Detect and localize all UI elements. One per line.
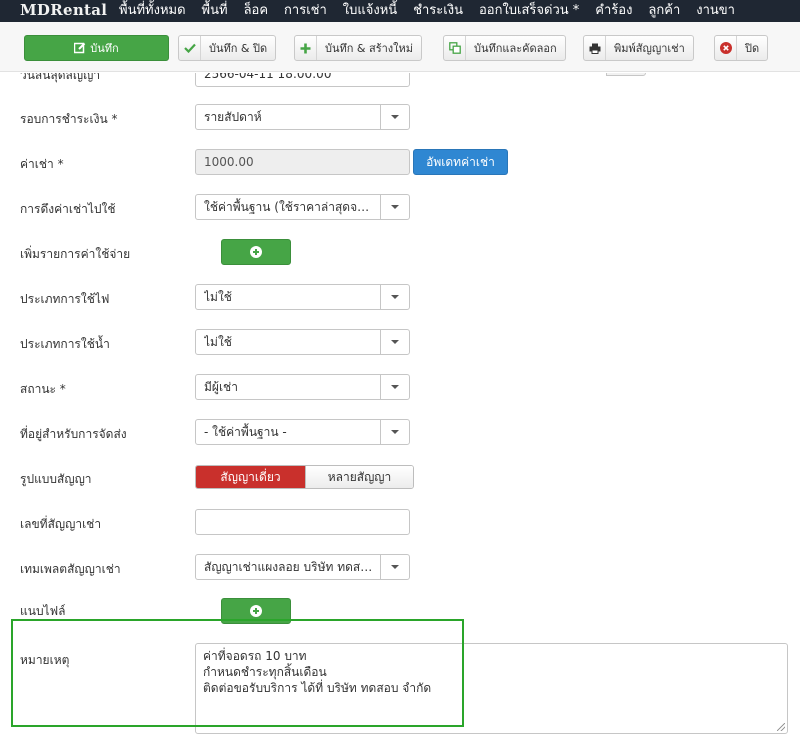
chevron-down-icon xyxy=(380,555,409,579)
contract-mode-label: รูปแบบสัญญา xyxy=(20,472,92,486)
rent-value: 1000.00 xyxy=(204,155,254,169)
copy-icon xyxy=(444,36,466,60)
shipping-address-value: - ใช้ค่าพื้นฐาน - xyxy=(204,424,287,439)
main-menu: พื้นที่ทั้งหมด พื้นที่ ล็อค การเช่า ใบแจ… xyxy=(111,3,743,19)
status-value: มีผู้เช่า xyxy=(204,379,238,394)
water-type-select[interactable]: ไม่ใช้ xyxy=(195,329,410,355)
template-value: สัญญาเช่าแผงลอย บริษัท ทดสอบ จำกัด xyxy=(204,559,380,574)
water-type-value: ไม่ใช้ xyxy=(204,334,232,349)
menu-areas[interactable]: พื้นที่ xyxy=(194,3,236,19)
electric-type-select[interactable]: ไม่ใช้ xyxy=(195,284,410,310)
check-icon xyxy=(179,36,201,60)
payment-cycle-select[interactable]: รายสัปดาห์ xyxy=(195,104,410,130)
menu-rentals[interactable]: การเช่า xyxy=(276,3,335,19)
save-copy-button[interactable]: บันทึกและคัดลอก xyxy=(443,35,566,61)
toolbar: บันทึก บันทึก & ปิด บันทึก & สร้างใหม่ บ… xyxy=(0,22,800,72)
chevron-down-icon xyxy=(380,330,409,354)
contract-no-label: เลขที่สัญญาเช่า xyxy=(20,517,102,531)
chevron-down-icon xyxy=(380,105,409,129)
save-label: บันทึก xyxy=(90,42,119,55)
add-expense-label: เพิ่มรายการค่าใช้จ่าย xyxy=(20,247,131,261)
payment-cycle-label: รอบการชำระเงิน * xyxy=(20,112,118,126)
edit-icon xyxy=(74,36,86,60)
calendar-button[interactable] xyxy=(606,73,646,76)
rent-input[interactable]: 1000.00 xyxy=(195,149,410,175)
menu-all-areas[interactable]: พื้นที่ทั้งหมด xyxy=(111,3,194,19)
rental-form: วันสิ้นสุดสัญญา 2566-04-11 18:00:00 รอบก… xyxy=(0,73,800,754)
chevron-down-icon xyxy=(380,420,409,444)
rent-source-value: ใช้ค่าพื้นฐาน (ใช้ราคาล่าสุดจากพื้นที่) xyxy=(204,199,380,214)
contract-no-input[interactable] xyxy=(195,509,410,535)
end-date-value: 2566-04-11 18:00:00 xyxy=(204,73,332,81)
menu-payments[interactable]: ชำระเงิน xyxy=(405,3,471,19)
template-label: เทมเพลตสัญญาเช่า xyxy=(20,562,121,576)
save-close-button[interactable]: บันทึก & ปิด xyxy=(178,35,277,61)
close-label: ปิด xyxy=(745,42,760,55)
menu-quick-receipt[interactable]: ออกใบเสร็จด่วน * xyxy=(471,3,587,19)
menu-customers[interactable]: ลูกค้า xyxy=(640,3,688,19)
top-navbar: MDRental พื้นที่ทั้งหมด พื้นที่ ล็อค การ… xyxy=(0,0,800,22)
chevron-down-icon xyxy=(380,375,409,399)
add-expense-button[interactable] xyxy=(221,239,291,265)
save-close-label: บันทึก & ปิด xyxy=(209,42,268,55)
end-date-field[interactable]: 2566-04-11 18:00:00 xyxy=(195,73,646,87)
electric-type-label: ประเภทการใช้ไฟ xyxy=(20,292,110,306)
status-select[interactable]: มีผู้เช่า xyxy=(195,374,410,400)
save-new-button[interactable]: บันทึก & สร้างใหม่ xyxy=(294,35,423,61)
payment-cycle-value: รายสัปดาห์ xyxy=(204,109,262,124)
plus-icon xyxy=(295,36,317,60)
note-highlight-box xyxy=(11,619,464,727)
contract-mode-toggle: สัญญาเดี่ยว หลายสัญญา xyxy=(195,465,414,489)
close-button[interactable]: ปิด xyxy=(714,35,769,61)
menu-invoices[interactable]: ใบแจ้งหนี้ xyxy=(335,3,405,19)
single-contract-option[interactable]: สัญญาเดี่ยว xyxy=(196,466,305,488)
electric-type-value: ไม่ใช้ xyxy=(204,289,232,304)
plus-circle-icon xyxy=(250,605,262,617)
water-type-label: ประเภทการใช้น้ำ xyxy=(20,337,110,351)
menu-requests[interactable]: คำร้อง xyxy=(587,3,640,19)
plus-circle-icon xyxy=(250,246,262,258)
shipping-address-select[interactable]: - ใช้ค่าพื้นฐาน - xyxy=(195,419,410,445)
template-select[interactable]: สัญญาเช่าแผงลอย บริษัท ทดสอบ จำกัด xyxy=(195,554,410,580)
save-copy-label: บันทึกและคัดลอก xyxy=(474,42,557,55)
update-rent-button[interactable]: อัพเดทค่าเช่า xyxy=(413,149,508,175)
shipping-address-label: ที่อยู่สำหรับการจัดส่ง xyxy=(20,427,127,441)
multi-contract-option[interactable]: หลายสัญญา xyxy=(305,466,413,488)
print-contract-button[interactable]: พิมพ์สัญญาเช่า xyxy=(583,35,694,61)
print-contract-label: พิมพ์สัญญาเช่า xyxy=(614,42,685,55)
menu-locks[interactable]: ล็อค xyxy=(236,3,276,19)
resize-handle[interactable] xyxy=(777,723,785,731)
brand-logo[interactable]: MDRental xyxy=(20,1,107,19)
close-circle-icon xyxy=(715,36,737,60)
rent-label: ค่าเช่า * xyxy=(20,157,64,171)
status-label: สถานะ * xyxy=(20,382,66,396)
rent-source-label: การดึงค่าเช่าไปใช้ xyxy=(20,202,116,216)
end-date-label: วันสิ้นสุดสัญญา xyxy=(20,73,101,82)
save-new-label: บันทึก & สร้างใหม่ xyxy=(325,42,414,55)
print-icon xyxy=(584,36,606,60)
chevron-down-icon xyxy=(380,285,409,309)
menu-jobs[interactable]: งานขา xyxy=(688,3,743,19)
save-button[interactable]: บันทึก xyxy=(24,35,169,61)
rent-source-select[interactable]: ใช้ค่าพื้นฐาน (ใช้ราคาล่าสุดจากพื้นที่) xyxy=(195,194,410,220)
chevron-down-icon xyxy=(380,195,409,219)
